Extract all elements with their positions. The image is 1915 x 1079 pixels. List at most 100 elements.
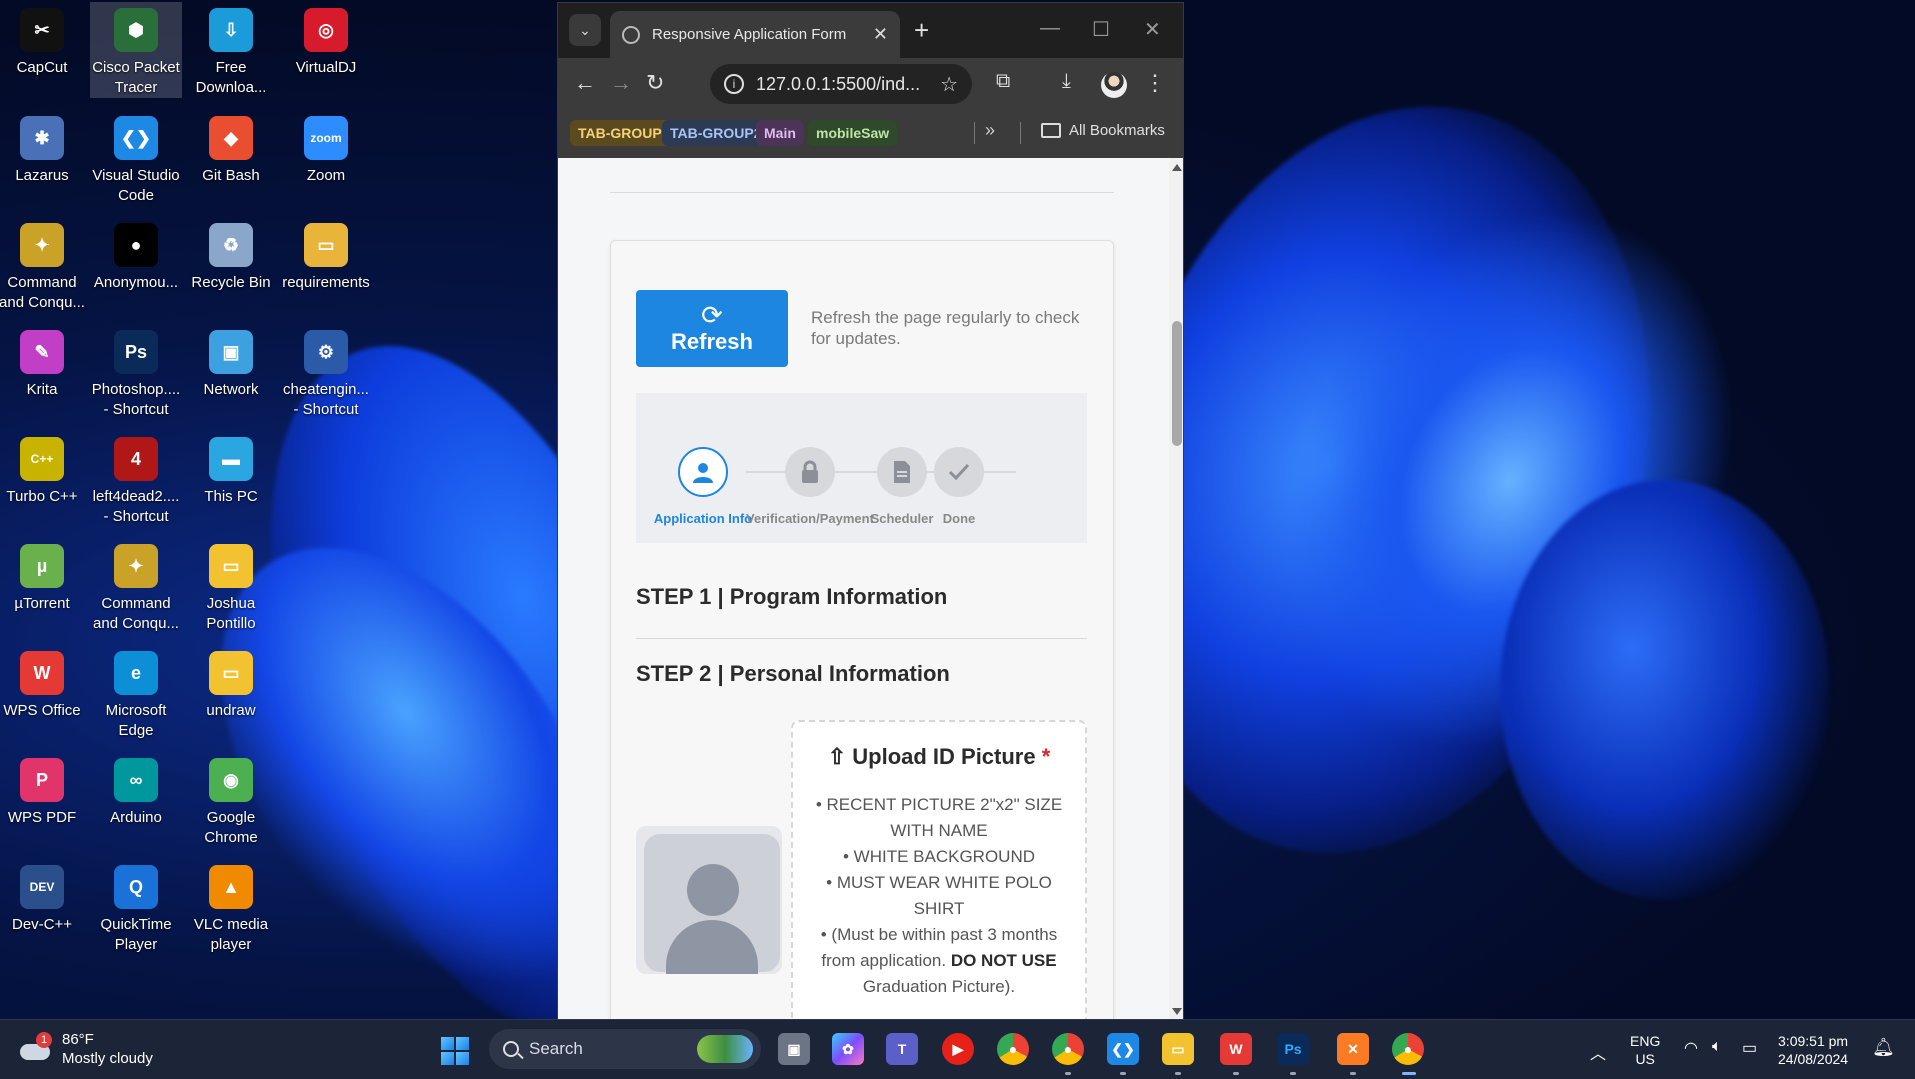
battery-icon[interactable]: ▭ — [1742, 1038, 1757, 1058]
desktop-icon[interactable]: zoom Zoom — [280, 110, 372, 186]
desktop-icon[interactable]: ▭ undraw — [185, 645, 277, 721]
wifi-icon[interactable]: ◠ — [1684, 1038, 1698, 1058]
desktop-icon[interactable]: ∞ Arduino — [90, 752, 182, 828]
running-indicator — [1065, 1072, 1071, 1075]
step-done[interactable]: Done — [884, 447, 1034, 526]
profile-avatar[interactable] — [1101, 72, 1127, 98]
maximize-button[interactable]: ☐ — [1092, 17, 1110, 42]
bookmark-tab-group2[interactable]: TAB-GROUP2 — [662, 120, 770, 146]
desktop-icon[interactable]: ♻ Recycle Bin — [185, 217, 277, 293]
desktop-icon[interactable]: ▣ Network — [185, 324, 277, 400]
id-photo-placeholder[interactable] — [636, 826, 782, 974]
clock[interactable]: 3:09:51 pm 24/08/2024 — [1778, 1032, 1848, 1068]
desktop-icon[interactable]: ▲ VLC media player — [185, 859, 277, 955]
upload-id-dropzone[interactable]: ⇧ Upload ID Picture * • RECENT PICTURE 2… — [791, 720, 1087, 1019]
back-button[interactable]: ← — [574, 70, 596, 96]
avatar-placeholder — [644, 834, 780, 974]
desktop-icon[interactable]: Ps Photoshop.... - Shortcut — [90, 324, 182, 420]
new-tab-button[interactable]: + — [914, 15, 929, 46]
menu-kebab-icon[interactable]: ⋮ — [1144, 70, 1166, 96]
desktop-icon-label: QuickTime Player — [100, 916, 172, 953]
desktop-icon[interactable]: ⬢ Cisco Packet Tracer — [90, 2, 182, 98]
desktop-icon[interactable]: ▬ This PC — [185, 431, 277, 507]
file-explorer-icon[interactable]: ▭ — [1162, 1033, 1194, 1065]
desktop-icon-label: Lazarus — [15, 167, 69, 184]
minimize-button[interactable]: — — [1040, 17, 1060, 40]
scroll-up-arrow[interactable] — [1172, 164, 1182, 171]
desktop-icon-label: Google Chrome — [204, 809, 258, 846]
bookmark-star-icon[interactable]: ☆ — [940, 72, 958, 97]
app-icon: W — [20, 651, 64, 695]
bookmark-main[interactable]: Main — [756, 120, 804, 146]
task-view-icon[interactable]: ▣ — [778, 1033, 810, 1065]
address-bar[interactable]: i 127.0.0.1:5500/ind... ☆ — [710, 64, 972, 104]
volume-icon[interactable]: 🔈︎ — [1712, 1038, 1722, 1056]
extensions-icon[interactable]: ⧉ — [996, 70, 1010, 93]
app-icon: e — [114, 651, 158, 695]
xampp-icon[interactable]: ✕ — [1337, 1033, 1369, 1065]
desktop-icon[interactable]: e Microsoft Edge — [90, 645, 182, 741]
weather-widget[interactable]: 1 86°F Mostly cloudy — [18, 1030, 153, 1068]
scroll-down-arrow[interactable] — [1172, 1008, 1182, 1015]
teams-icon[interactable]: T — [886, 1033, 918, 1065]
notification-badge: 1 — [36, 1032, 52, 1048]
bookmark-mobilesaw[interactable]: mobileSaw — [808, 120, 898, 146]
youtube-music-icon[interactable]: ▶ — [942, 1033, 974, 1065]
running-indicator — [1290, 1072, 1296, 1075]
desktop-icon[interactable]: ✦ Command and Conqu... — [90, 538, 182, 634]
vscode-icon[interactable]: ❮❯ — [1107, 1033, 1139, 1065]
reload-button[interactable]: ↻ — [646, 70, 664, 96]
clock-date: 24/08/2024 — [1778, 1051, 1849, 1067]
bookmarks-overflow-icon[interactable]: » — [985, 120, 995, 141]
chrome-active-icon[interactable]: ● — [1392, 1033, 1424, 1065]
desktop-icon[interactable]: DEV Dev-C++ — [0, 859, 88, 935]
step-label: Done — [942, 511, 976, 526]
tab-search-button[interactable]: ⌄ — [569, 14, 601, 46]
browser-tab-active[interactable]: Responsive Application Form ✕ — [610, 11, 900, 58]
desktop-icon[interactable]: ⇩ Free Downloa... — [185, 2, 277, 98]
wps-office-icon[interactable]: W — [1220, 1033, 1252, 1065]
desktop-icon[interactable]: P WPS PDF — [0, 752, 88, 828]
taskbar-search[interactable]: Search — [489, 1029, 761, 1069]
tray-overflow-chevron-icon[interactable]: ︿ — [1590, 1040, 1606, 1064]
forward-button[interactable]: → — [610, 70, 632, 96]
desktop-icon[interactable]: ▭ Joshua Pontillo — [185, 538, 277, 634]
copilot-icon[interactable]: ✿ — [832, 1033, 864, 1065]
wallpaper-bloom — [1500, 480, 1830, 900]
search-icon — [503, 1041, 519, 1057]
desktop-icon-label: Network — [203, 381, 259, 398]
desktop-icon[interactable]: µ µTorrent — [0, 538, 88, 614]
desktop-icon[interactable]: ⚙ cheatengin... - Shortcut — [280, 324, 372, 420]
start-button[interactable] — [441, 1037, 469, 1065]
app-icon: DEV — [20, 865, 64, 909]
chrome-icon[interactable]: ● — [997, 1033, 1029, 1065]
refresh-button[interactable]: ⟳ Refresh — [636, 290, 788, 367]
desktop-icon[interactable]: W WPS Office — [0, 645, 88, 721]
desktop-icon-label: Anonymou... — [93, 274, 179, 291]
desktop-icon[interactable]: C++ Turbo C++ — [0, 431, 88, 507]
cloud-icon: 1 — [18, 1032, 52, 1064]
desktop-icon[interactable]: ◆ Git Bash — [185, 110, 277, 186]
all-bookmarks-button[interactable]: All Bookmarks — [1041, 122, 1165, 139]
close-tab-icon[interactable]: ✕ — [873, 24, 888, 45]
desktop-icon[interactable]: ✱ Lazarus — [0, 110, 88, 186]
download-icon[interactable]: ⤓ — [1062, 70, 1071, 93]
page-scrollbar[interactable] — [1169, 158, 1183, 1019]
language-indicator[interactable]: ENG US — [1630, 1032, 1660, 1068]
desktop-icon[interactable]: 4 left4dead2.... - Shortcut — [90, 431, 182, 527]
desktop-icon[interactable]: ✎ Krita — [0, 324, 88, 400]
desktop-icon[interactable]: ● Anonymou... — [90, 217, 182, 293]
desktop-icon[interactable]: ▭ requirements — [280, 217, 372, 293]
desktop-icon[interactable]: ✂ CapCut — [0, 2, 88, 78]
close-window-button[interactable]: ✕ — [1144, 17, 1161, 42]
site-info-icon[interactable]: i — [724, 74, 744, 94]
desktop-icon[interactable]: ◉ Google Chrome — [185, 752, 277, 848]
chrome-profile-icon[interactable]: ● — [1052, 1033, 1084, 1065]
desktop-icon[interactable]: ✦ Command and Conqu... — [0, 217, 88, 313]
notification-bell-icon[interactable]: 🔔︎ — [1872, 1037, 1895, 1058]
desktop-icon[interactable]: Q QuickTime Player — [90, 859, 182, 955]
photoshop-icon[interactable]: Ps — [1277, 1033, 1309, 1065]
desktop-icon[interactable]: ◎ VirtualDJ — [280, 2, 372, 78]
desktop-icon[interactable]: ❮❯ Visual Studio Code — [90, 110, 182, 206]
scroll-thumb[interactable] — [1172, 321, 1182, 446]
